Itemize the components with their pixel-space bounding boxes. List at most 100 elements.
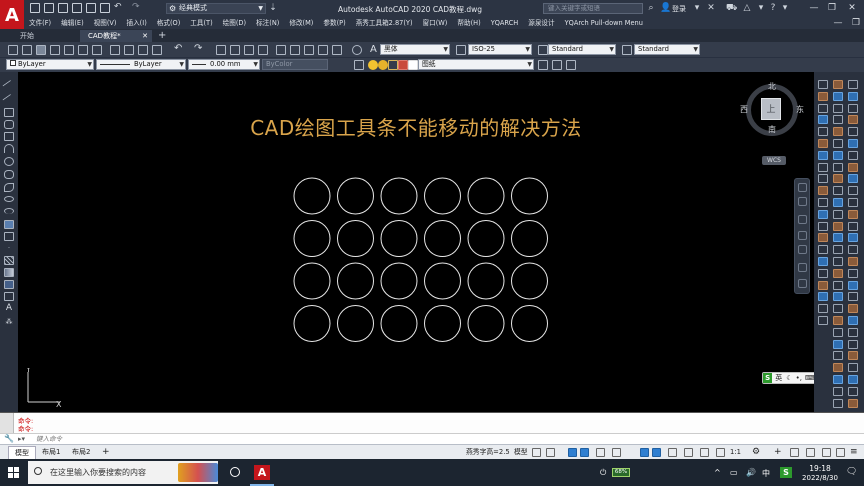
palette-tool-icon[interactable]: [833, 386, 843, 396]
palette-tool-icon[interactable]: [818, 174, 828, 184]
circle-entity[interactable]: [467, 177, 505, 215]
palette-tool-icon[interactable]: [848, 103, 858, 113]
palette-tool-icon[interactable]: [848, 162, 858, 172]
exchange-icon[interactable]: ✕: [706, 3, 716, 13]
palette-tool-icon[interactable]: [818, 257, 828, 266]
circle-entity[interactable]: [380, 220, 418, 257]
plot-style-select[interactable]: ByColor: [262, 59, 328, 70]
circle-entity[interactable]: [337, 220, 374, 257]
rectangle-icon[interactable]: [4, 132, 14, 141]
palette-tool-icon[interactable]: [833, 304, 843, 314]
circle-entity[interactable]: [467, 220, 505, 257]
menu-insert[interactable]: 插入(I): [121, 17, 151, 29]
redo-icon[interactable]: ↷: [132, 3, 142, 13]
doc-restore-button[interactable]: ❐: [850, 17, 862, 29]
doc-minimize-button[interactable]: —: [832, 17, 844, 29]
ellipse-arc-icon[interactable]: [4, 208, 14, 214]
palette-tool-icon[interactable]: [848, 80, 858, 89]
object-snap-icon[interactable]: [652, 448, 661, 457]
palette-tool-icon[interactable]: [833, 398, 843, 408]
palette-tool-icon[interactable]: [833, 375, 843, 384]
circle-entity[interactable]: [511, 177, 548, 215]
units-icon[interactable]: [790, 448, 799, 457]
palette-tool-icon[interactable]: [833, 91, 843, 101]
circle-entity[interactable]: [467, 305, 505, 342]
markup-icon[interactable]: [332, 45, 342, 55]
command-history-arrow-icon[interactable]: ▸▾: [18, 434, 25, 444]
workspace-switching-icon[interactable]: ⚙: [752, 447, 760, 457]
command-line-handle[interactable]: [0, 413, 14, 434]
task-view-icon[interactable]: [230, 467, 240, 477]
circle-entity[interactable]: [424, 220, 461, 257]
palette-tool-icon[interactable]: [833, 103, 843, 113]
open-file-icon[interactable]: [44, 3, 54, 13]
circle-entity[interactable]: [424, 305, 461, 342]
3d-dwf-icon[interactable]: [92, 45, 102, 55]
undo-icon[interactable]: ↶: [174, 44, 184, 55]
multileader-style-select[interactable]: Standard ▼: [634, 44, 700, 55]
palette-tool-icon[interactable]: [848, 198, 858, 207]
line-icon[interactable]: [2, 79, 16, 94]
search-icon[interactable]: ⌕: [646, 3, 656, 13]
compass-south[interactable]: 南: [768, 124, 776, 135]
palette-tool-icon[interactable]: [848, 316, 858, 325]
dropdown-icon[interactable]: ▾: [692, 3, 702, 13]
circle-entity[interactable]: [424, 177, 461, 215]
properties-icon[interactable]: [276, 45, 286, 55]
circle-entity[interactable]: [337, 262, 374, 300]
menu-parametric[interactable]: 参数(P): [318, 17, 350, 29]
palette-tool-icon[interactable]: [848, 386, 858, 396]
punctuation-icon[interactable]: •,: [796, 374, 802, 382]
compass-west[interactable]: 西: [740, 104, 748, 115]
showmotion-icon[interactable]: [798, 263, 807, 272]
palette-tool-icon[interactable]: [818, 221, 828, 231]
layer-select[interactable]: 图纸 ▼: [418, 59, 534, 70]
dropdown-icon[interactable]: ▾: [780, 3, 790, 13]
maximize-button[interactable]: ❐: [826, 2, 838, 14]
taskbar-autocad-icon[interactable]: A: [254, 465, 270, 480]
drawing-canvas[interactable]: CAD绘图工具条不能移动的解决方法 上 北 南 东 西 WCS Y X S 英 …: [18, 72, 832, 412]
circle-entity[interactable]: [293, 220, 331, 257]
new-icon[interactable]: [8, 45, 18, 55]
palette-tool-icon[interactable]: [818, 139, 828, 148]
copy-icon[interactable]: [124, 45, 134, 55]
circle-entity[interactable]: [424, 262, 461, 300]
minimize-button[interactable]: —: [808, 2, 820, 14]
menu-file[interactable]: 文件(F): [24, 17, 56, 29]
infer-constraints-icon[interactable]: [568, 448, 577, 457]
palette-tool-icon[interactable]: [848, 339, 858, 349]
text-height-indicator[interactable]: 燕秀字高=2.5: [466, 447, 510, 458]
steering-wheel-icon[interactable]: [798, 183, 807, 192]
multiline-text-icon[interactable]: A: [4, 304, 14, 313]
customization-menu-icon[interactable]: ≡: [850, 447, 858, 457]
palette-tool-icon[interactable]: [833, 268, 843, 278]
annotation-monitor-icon[interactable]: +: [774, 447, 782, 457]
circle-entity[interactable]: [380, 305, 418, 342]
palette-tool-icon[interactable]: [848, 363, 858, 373]
palette-tool-icon[interactable]: [818, 80, 828, 89]
make-block-icon[interactable]: [4, 232, 14, 241]
palette-tool-icon[interactable]: [818, 103, 828, 113]
circle-icon[interactable]: [4, 157, 14, 166]
view-cube-top-face[interactable]: 上: [761, 98, 781, 120]
sogou-tray-icon[interactable]: S: [780, 467, 792, 478]
color-select[interactable]: ByLayer ▼: [6, 59, 94, 70]
polyline-icon[interactable]: [4, 108, 14, 117]
paste-icon[interactable]: [138, 45, 148, 55]
dynamic-input-icon[interactable]: [580, 448, 589, 457]
layer-previous-icon[interactable]: [552, 60, 562, 70]
circle-entity[interactable]: [511, 262, 548, 300]
tool-palettes-icon[interactable]: [304, 45, 314, 55]
menu-dimension[interactable]: 标注(N): [251, 17, 284, 29]
point-icon[interactable]: ·: [4, 244, 14, 253]
ellipse-icon[interactable]: [4, 196, 14, 202]
palette-tool-icon[interactable]: [818, 91, 828, 101]
menu-yanxiu[interactable]: 燕秀工具箱2.87(Y): [351, 17, 418, 29]
palette-tool-icon[interactable]: [848, 304, 858, 314]
a360-icon[interactable]: △: [742, 3, 752, 13]
menu-help[interactable]: 帮助(H): [452, 17, 485, 29]
revision-cloud-icon[interactable]: [4, 170, 14, 179]
palette-tool-icon[interactable]: [818, 162, 828, 172]
tray-chevron-icon[interactable]: ^: [714, 468, 721, 477]
pan-hand-icon[interactable]: [798, 215, 807, 224]
